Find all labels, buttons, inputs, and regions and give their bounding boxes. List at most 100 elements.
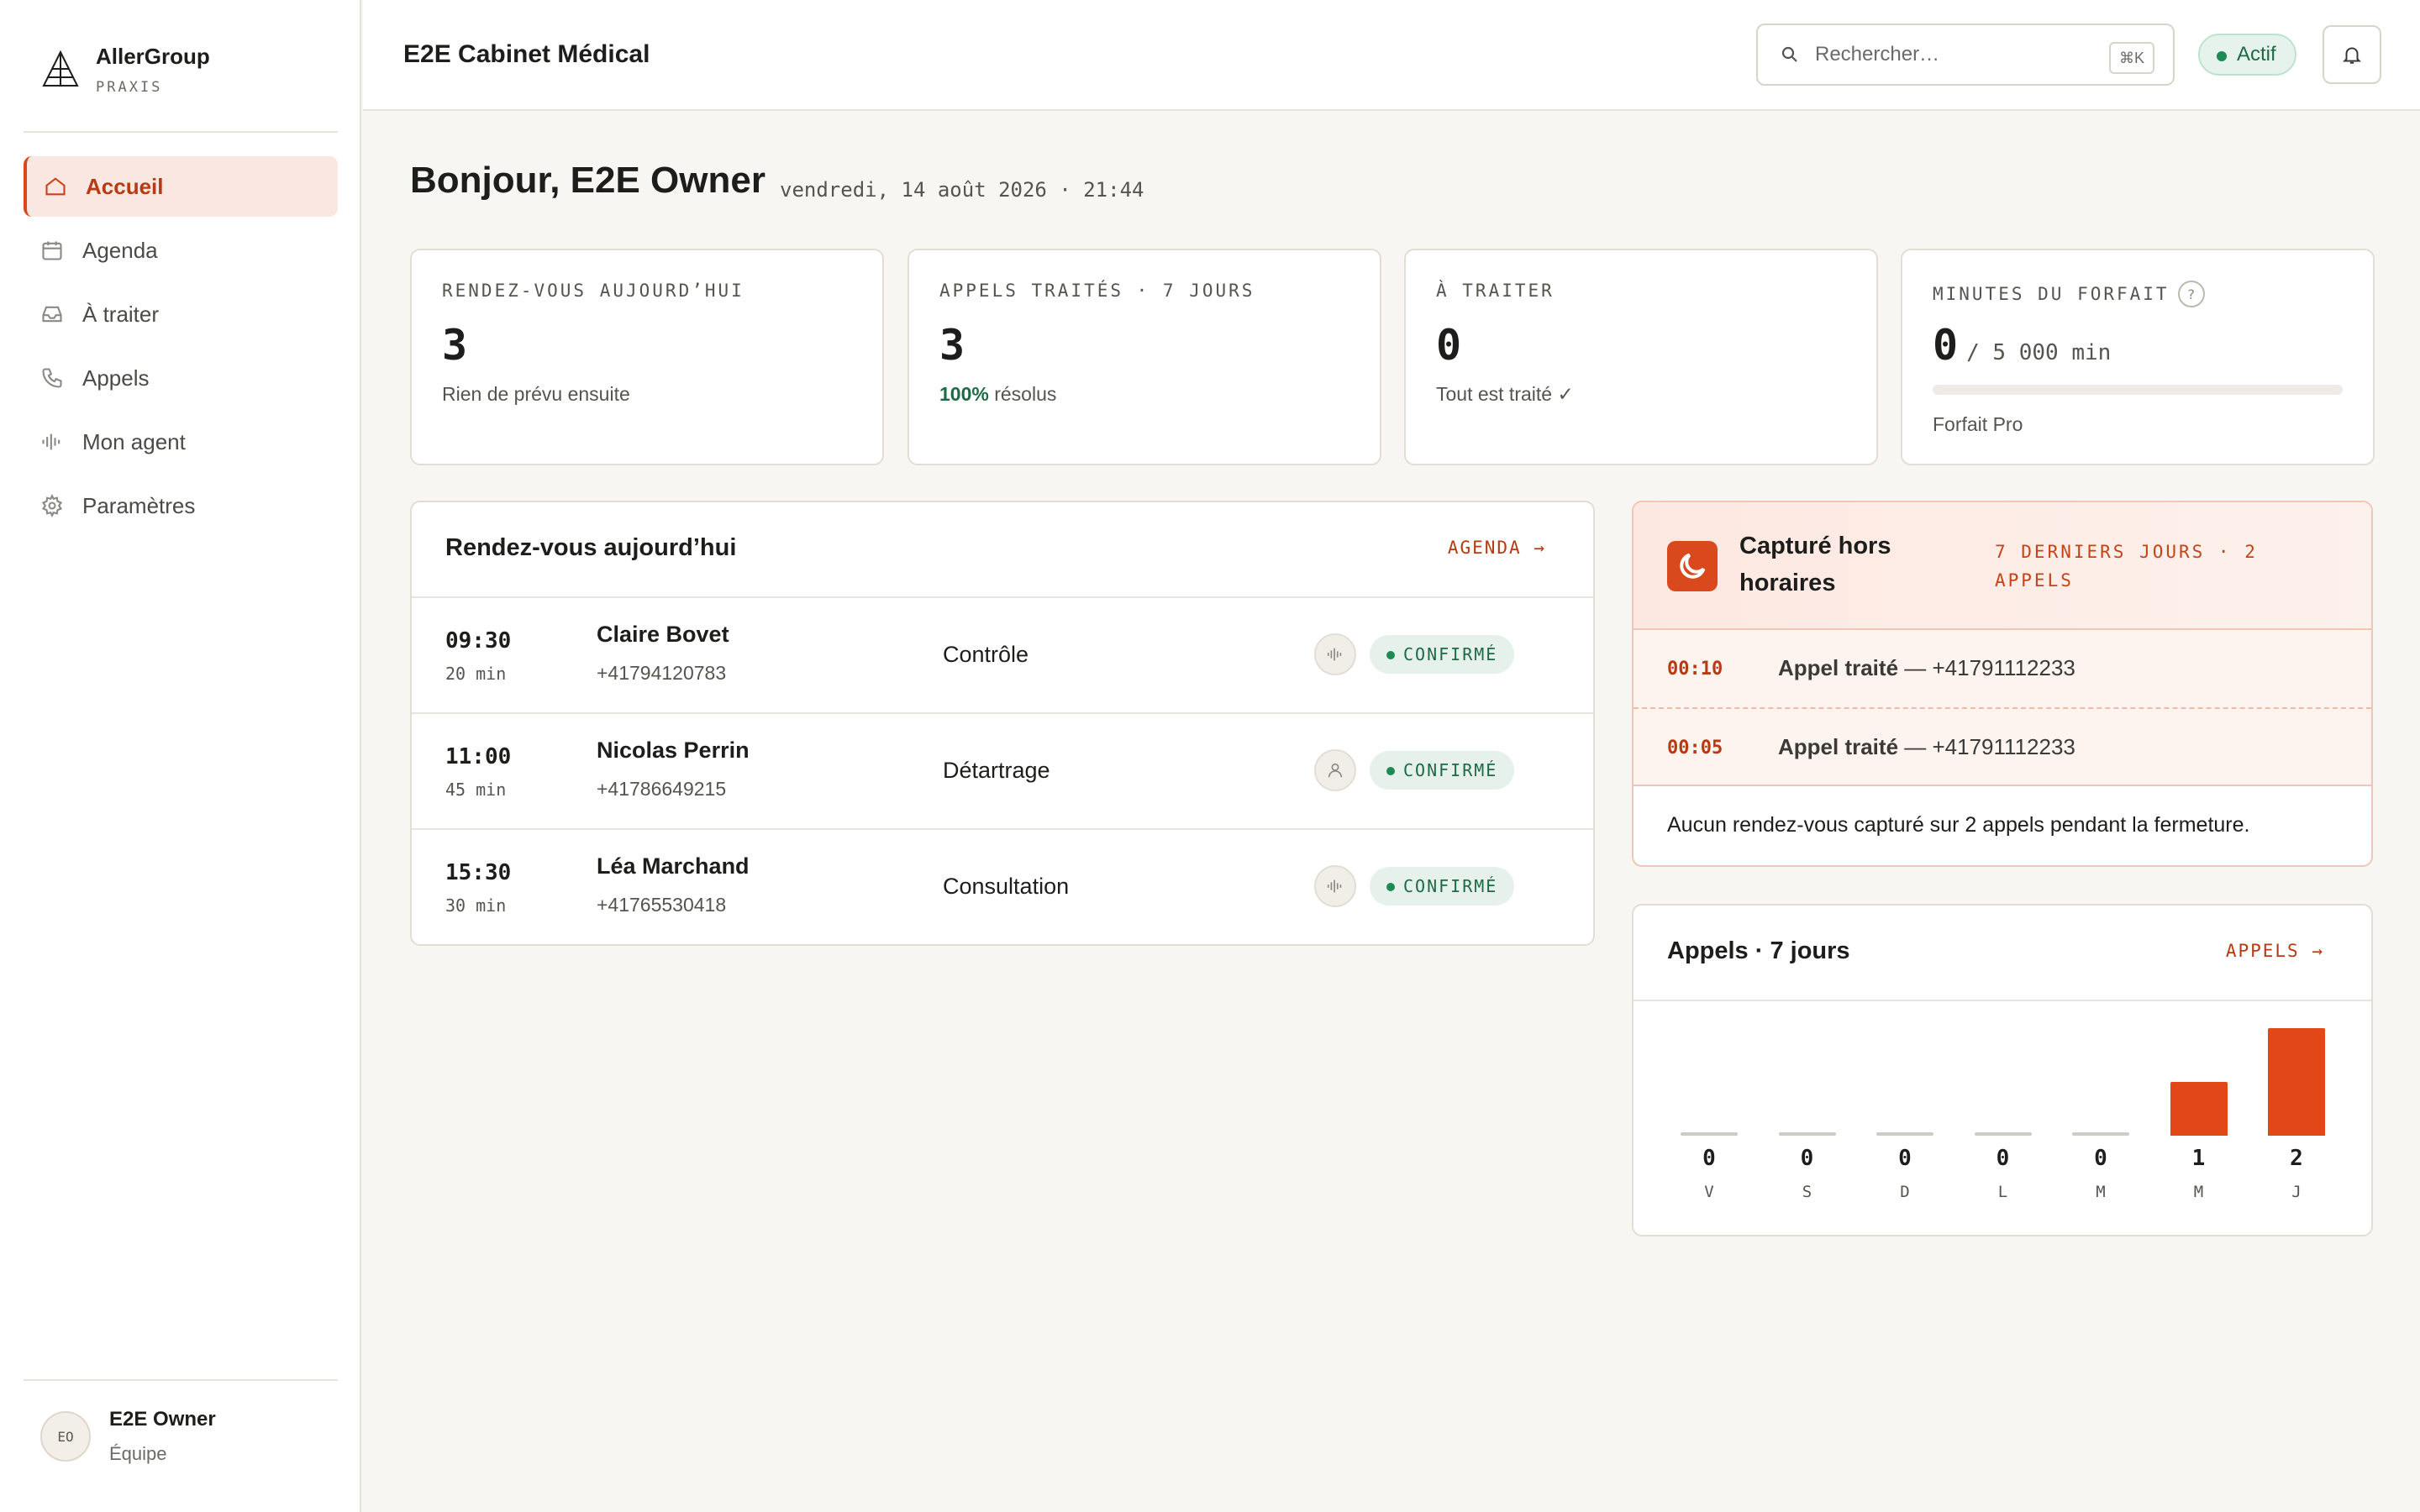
patient-phone: +41765530418 <box>597 894 727 916</box>
appointment-time: 09:30 <box>445 628 512 654</box>
chart-bar-value: 1 <box>2191 1146 2206 1171</box>
chart-bar <box>2170 1082 2228 1136</box>
chart-bar-value: 0 <box>2094 1146 2107 1171</box>
search-box[interactable]: ⌘K <box>1756 24 2175 86</box>
chart-tick-label: J <box>2291 1183 2302 1201</box>
status-badge: CONFIRMÉ <box>1370 751 1515 790</box>
call-status: Appel traité <box>1778 734 1899 759</box>
greeting-date: vendredi, 14 août 2026 · 21:44 <box>780 178 1144 202</box>
appointment-row[interactable]: 15:30 30 min Léa Marchand +41765530418 C… <box>412 828 1593 944</box>
patient-phone: +41786649215 <box>597 778 727 800</box>
bell-icon <box>2342 47 2362 64</box>
agenda-link[interactable]: AGENDA → <box>1448 538 1546 558</box>
chart-bar <box>2072 1132 2129 1136</box>
status-badge: Actif <box>2198 34 2296 76</box>
page-title: E2E Cabinet Médical <box>403 40 650 68</box>
gear-icon <box>41 494 63 517</box>
appointment-type: Détartrage <box>943 758 1050 783</box>
appointment-row[interactable]: 11:00 45 min Nicolas Perrin +41786649215… <box>412 712 1593 828</box>
chart-bar-value: 0 <box>1898 1146 1912 1171</box>
sidebar-item-a-traiter[interactable]: À traiter <box>24 284 338 344</box>
chart-bar-value: 2 <box>2290 1146 2303 1171</box>
brand[interactable]: AllerGroup PRAXIS <box>40 44 210 96</box>
notifications-button[interactable] <box>2323 25 2381 84</box>
call-time: 00:05 <box>1667 738 1723 759</box>
status-badge: CONFIRMÉ <box>1370 867 1515 906</box>
calls-chart-title: Appels · 7 jours <box>1667 937 1850 964</box>
help-icon[interactable]: ? <box>2177 281 2205 307</box>
chart-bar <box>1778 1132 1836 1136</box>
stat-label: RENDEZ-VOUS AUJOURD’HUI <box>442 281 744 301</box>
appointments-title: Rendez-vous aujourd’hui <box>445 534 737 561</box>
search-shortcut: ⌘K <box>2108 42 2154 74</box>
call-number: — +41791112233 <box>1898 734 2075 759</box>
sidebar: AllerGroup PRAXIS Accueil Agenda À trait… <box>0 0 361 1512</box>
after-hours-summary: Aucun rendez-vous capturé sur 2 appels p… <box>1667 813 2250 837</box>
stat-label: MINUTES DU FORFAIT? <box>1933 281 2205 307</box>
brand-subtitle: PRAXIS <box>96 79 163 96</box>
sidebar-item-agenda[interactable]: Agenda <box>24 220 338 281</box>
quota-plan: Forfait Pro <box>1933 413 2023 435</box>
sidebar-item-mon-agent[interactable]: Mon agent <box>24 412 338 472</box>
greeting-title: Bonjour, E2E Owner <box>410 160 765 201</box>
patient-name: Léa Marchand <box>597 853 750 879</box>
appointments-card: Rendez-vous aujourd’hui AGENDA → 09:30 2… <box>410 501 1595 946</box>
app: AllerGroup PRAXIS Accueil Agenda À trait… <box>0 0 2420 1512</box>
user-role: Équipe <box>109 1443 167 1464</box>
avatar: EO <box>40 1411 91 1462</box>
calls-bar-chart: 0 V 0 S 0 D 0 L 0 M 1 M 2 J <box>1634 1001 2375 1236</box>
waveform-icon <box>42 433 60 450</box>
stat-label: APPELS TRAITÉS · 7 JOURS <box>939 281 1255 301</box>
appels-link[interactable]: APPELS → <box>2226 941 2324 961</box>
stat-label: À TRAITER <box>1436 281 1555 301</box>
stat-card-quota: MINUTES DU FORFAIT? 0 / 5 000 min Forfait… <box>1901 249 2375 465</box>
user-name: E2E Owner <box>109 1408 216 1431</box>
after-hours-title: Capturé hors horaires <box>1739 533 1891 596</box>
stat-value: 0 <box>1436 321 1462 370</box>
sidebar-item-label: Accueil <box>86 173 164 199</box>
home-icon <box>45 177 66 196</box>
chart-bar <box>1876 1132 1933 1136</box>
appointment-type: Contrôle <box>943 642 1029 667</box>
calls-chart-card: Appels · 7 jours APPELS → 0 V 0 S 0 D 0 L 0 M 1 M 2 J <box>1632 904 2373 1236</box>
sidebar-nav: Accueil Agenda À traiter Appels Mon agen… <box>24 156 338 539</box>
chart-bar <box>1974 1132 2032 1136</box>
chart-tick-label: D <box>1900 1183 1910 1201</box>
chart-tick-label: L <box>1997 1183 2008 1201</box>
resolved-percent: 100% <box>939 383 989 405</box>
status-label: Actif <box>2237 43 2276 66</box>
user-menu[interactable]: EO E2E Owner Équipe <box>40 1408 216 1465</box>
sidebar-item-accueil[interactable]: Accueil <box>24 156 338 217</box>
appointment-time: 11:00 <box>445 744 512 769</box>
sidebar-item-label: Agenda <box>82 237 158 263</box>
status-dot <box>2217 51 2227 61</box>
resolved-label: résolus <box>994 383 1057 405</box>
status-badge: CONFIRMÉ <box>1370 635 1515 674</box>
chart-bar-value: 0 <box>1996 1146 2010 1171</box>
sidebar-divider <box>24 131 338 133</box>
chart-bar <box>1681 1132 1738 1136</box>
appointment-row[interactable]: 09:30 20 min Claire Bovet +41794120783 C… <box>412 596 1593 712</box>
sidebar-item-appels[interactable]: Appels <box>24 348 338 408</box>
stat-subtitle: Rien de prévu ensuite <box>442 383 630 405</box>
after-hours-call-row[interactable]: 00:10 Appel traité — +41791112233 <box>1634 630 2371 707</box>
search-input[interactable] <box>1813 42 2086 67</box>
search-icon <box>1781 46 1797 62</box>
chart-tick-label: M <box>2096 1183 2106 1201</box>
appointment-duration: 20 min <box>445 664 507 684</box>
after-hours-header: Capturé hors horaires 7 DERNIERS JOURS ·… <box>1634 502 2371 630</box>
stat-subtitle: Tout est traité ✓ <box>1436 383 1574 405</box>
after-hours-meta: 7 DERNIERS JOURS · 2 APPELS <box>1995 542 2258 591</box>
chart-bar-value: 0 <box>1800 1146 1814 1171</box>
sidebar-item-label: Mon agent <box>82 428 186 454</box>
stat-value: 3 <box>442 321 468 370</box>
after-hours-call-row[interactable]: 00:05 Appel traité — +41791112233 <box>1634 707 2371 785</box>
stat-label-text: MINUTES DU FORFAIT <box>1933 284 2170 304</box>
after-hours-card: Capturé hors horaires 7 DERNIERS JOURS ·… <box>1632 501 2373 867</box>
appointment-duration: 30 min <box>445 895 507 916</box>
patient-name: Claire Bovet <box>597 622 729 647</box>
sidebar-item-parametres[interactable]: Paramètres <box>24 475 338 536</box>
call-number: — +41791112233 <box>1898 655 2075 680</box>
chart-bar-value: 0 <box>1702 1146 1716 1171</box>
quota-progress <box>1933 385 2343 395</box>
